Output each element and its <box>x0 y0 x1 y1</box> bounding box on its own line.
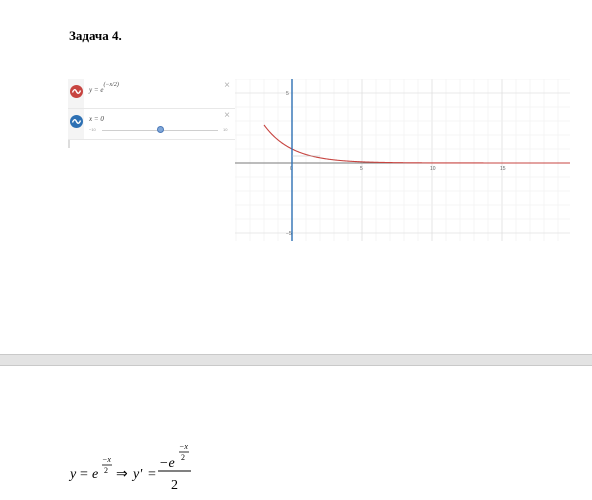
x-tick-label: 15 <box>500 166 506 172</box>
eq-y-prime: y' <box>131 467 143 482</box>
eq-equals: = <box>80 467 88 482</box>
page-separator <box>0 354 592 366</box>
eq-e: e <box>92 467 98 482</box>
expression-row-2: x = 0 −10 10 × <box>68 109 235 140</box>
x-tick-label: 5 <box>360 166 363 172</box>
expression-row-1: y = e(−x/2) × <box>68 79 235 109</box>
eq-frac-exp-num: −x <box>179 442 188 451</box>
plot-background <box>235 79 570 241</box>
y-tick-label: 5 <box>286 91 289 97</box>
expression-formula: y = e(−x/2) <box>89 82 119 94</box>
delete-expression-2-icon[interactable]: × <box>224 111 230 121</box>
eq-exp-den: 2 <box>104 466 108 475</box>
slider-thumb[interactable] <box>157 126 164 133</box>
eq-exp-num: −x <box>102 455 111 464</box>
x-tick-label: 10 <box>430 166 436 172</box>
graph-screenshot: y = e(−x/2) × x = 0 −10 10 × 5 10 15 5 −… <box>68 79 570 241</box>
eq-frac-den: 2 <box>171 478 178 493</box>
slider-expression: x = 0 <box>89 115 104 123</box>
derivative-equation: y = e −x 2 ⇒ y' = −e −x 2 2 <box>68 442 191 493</box>
eq-equals-2: = <box>148 467 156 482</box>
eq-frac-exp-den: 2 <box>181 453 185 462</box>
wave-icon <box>70 115 83 128</box>
expression-exponent: (−x/2) <box>103 82 119 88</box>
delete-expression-1-icon[interactable]: × <box>224 81 230 91</box>
graph-plot[interactable]: 05101525−5 <box>235 79 570 241</box>
expression-icon-column <box>68 79 84 108</box>
expression-lhs: y = e <box>89 86 104 94</box>
expression-list: y = e(−x/2) × x = 0 −10 10 × <box>68 79 235 241</box>
eq-implies: ⇒ <box>116 467 128 482</box>
slider-max-label: 10 <box>223 127 228 132</box>
eq-y: y <box>68 467 77 482</box>
eq-frac-num: −e <box>159 456 175 471</box>
task-heading: Задача 4. <box>69 28 122 43</box>
expression-icon-column <box>68 109 84 139</box>
slider-min-label: −10 <box>89 127 96 132</box>
y-tick-label: −5 <box>286 231 292 237</box>
wave-icon <box>70 85 83 98</box>
list-edge <box>68 140 70 148</box>
document-page-top: Задача 4. y = e(−x/2) × x = 0 −10 10 × 5… <box>0 0 592 354</box>
